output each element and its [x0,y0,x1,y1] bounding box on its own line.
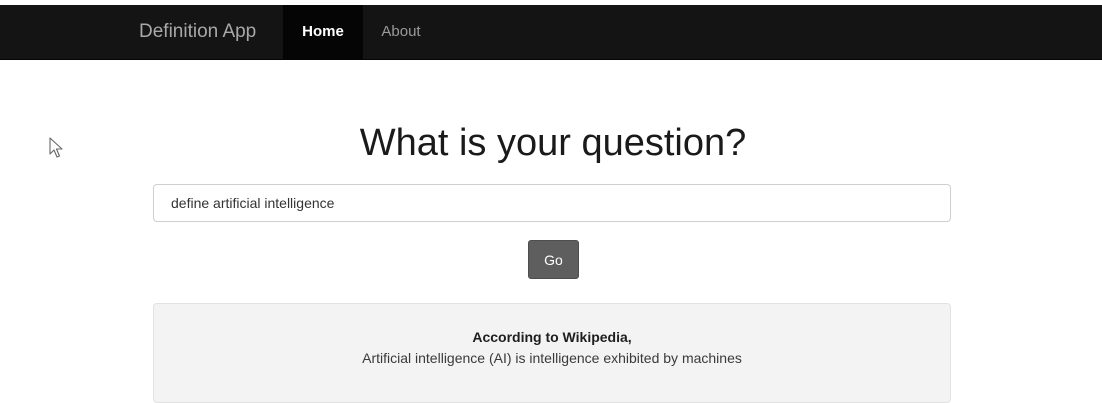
go-button[interactable]: Go [528,240,579,279]
top-navbar: Definition App Home About [0,5,1102,60]
mouse-pointer-icon [49,137,63,158]
question-input[interactable] [153,184,951,222]
result-definition: Artificial intelligence (AI) is intellig… [362,350,742,366]
nav-about-tab[interactable]: About [363,5,439,59]
nav-home-tab[interactable]: Home [283,5,363,59]
result-panel: According to Wikipedia, Artificial intel… [153,303,951,403]
result-heading: According to Wikipedia, [472,329,632,345]
page-title: What is your question? [359,122,747,164]
brand-link[interactable]: Definition App [139,5,256,59]
